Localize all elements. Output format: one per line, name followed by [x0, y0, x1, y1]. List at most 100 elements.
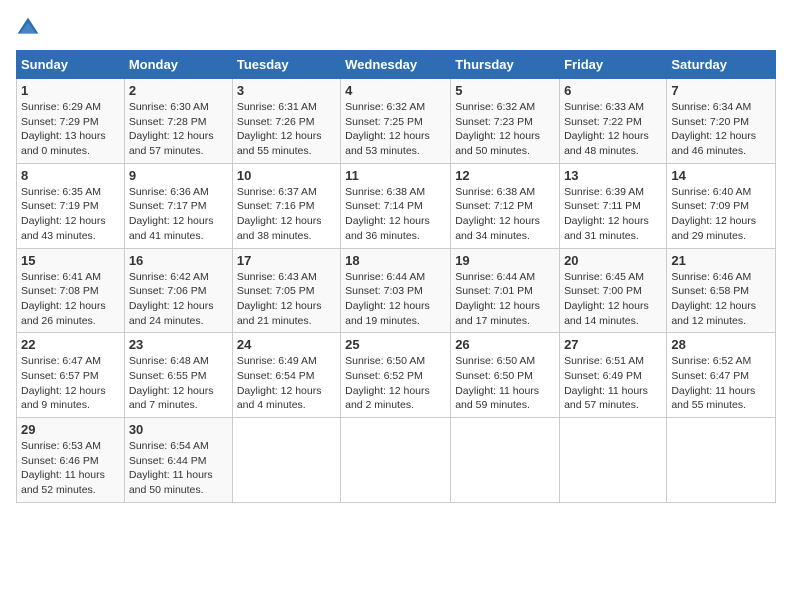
day-info: Sunrise: 6:48 AM Sunset: 6:55 PM Dayligh… — [129, 354, 228, 413]
day-info: Sunrise: 6:53 AM Sunset: 6:46 PM Dayligh… — [21, 439, 120, 498]
day-number: 27 — [564, 337, 662, 352]
calendar-cell: 17 Sunrise: 6:43 AM Sunset: 7:05 PM Dayli… — [232, 248, 340, 333]
calendar-cell: 18 Sunrise: 6:44 AM Sunset: 7:03 PM Dayli… — [341, 248, 451, 333]
calendar-cell: 23 Sunrise: 6:48 AM Sunset: 6:55 PM Dayli… — [124, 333, 232, 418]
day-number: 25 — [345, 337, 446, 352]
day-info: Sunrise: 6:40 AM Sunset: 7:09 PM Dayligh… — [671, 185, 771, 244]
day-number: 28 — [671, 337, 771, 352]
calendar-table: SundayMondayTuesdayWednesdayThursdayFrid… — [16, 50, 776, 503]
col-header-thursday: Thursday — [451, 51, 560, 79]
day-number: 16 — [129, 253, 228, 268]
day-number: 20 — [564, 253, 662, 268]
day-info: Sunrise: 6:32 AM Sunset: 7:23 PM Dayligh… — [455, 100, 555, 159]
day-info: Sunrise: 6:31 AM Sunset: 7:26 PM Dayligh… — [237, 100, 336, 159]
day-info: Sunrise: 6:30 AM Sunset: 7:28 PM Dayligh… — [129, 100, 228, 159]
day-info: Sunrise: 6:42 AM Sunset: 7:06 PM Dayligh… — [129, 270, 228, 329]
calendar-week-1: 1Sunrise: 6:29 AM Sunset: 7:29 PM Daylig… — [17, 79, 776, 164]
day-info: Sunrise: 6:50 AM Sunset: 6:50 PM Dayligh… — [455, 354, 555, 413]
day-number: 3 — [237, 83, 336, 98]
day-number: 7 — [671, 83, 771, 98]
day-number: 14 — [671, 168, 771, 183]
calendar-week-4: 22 Sunrise: 6:47 AM Sunset: 6:57 PM Dayli… — [17, 333, 776, 418]
day-number: 13 — [564, 168, 662, 183]
day-info: Sunrise: 6:41 AM Sunset: 7:08 PM Dayligh… — [21, 270, 120, 329]
day-info: Sunrise: 6:38 AM Sunset: 7:12 PM Dayligh… — [455, 185, 555, 244]
col-header-wednesday: Wednesday — [341, 51, 451, 79]
calendar-cell: 14 Sunrise: 6:40 AM Sunset: 7:09 PM Dayli… — [667, 163, 776, 248]
day-number: 21 — [671, 253, 771, 268]
calendar-cell: 13 Sunrise: 6:39 AM Sunset: 7:11 PM Dayli… — [560, 163, 667, 248]
calendar-cell — [451, 418, 560, 503]
calendar-cell: 2 Sunrise: 6:30 AM Sunset: 7:28 PM Daylig… — [124, 79, 232, 164]
calendar-cell: 27 Sunrise: 6:51 AM Sunset: 6:49 PM Dayli… — [560, 333, 667, 418]
day-number: 29 — [21, 422, 120, 437]
calendar-cell: 8Sunrise: 6:35 AM Sunset: 7:19 PM Daylig… — [17, 163, 125, 248]
day-number: 22 — [21, 337, 120, 352]
day-number: 15 — [21, 253, 120, 268]
calendar-cell: 29 Sunrise: 6:53 AM Sunset: 6:46 PM Dayli… — [17, 418, 125, 503]
day-info: Sunrise: 6:47 AM Sunset: 6:57 PM Dayligh… — [21, 354, 120, 413]
calendar-cell: 26 Sunrise: 6:50 AM Sunset: 6:50 PM Dayli… — [451, 333, 560, 418]
calendar-cell: 1Sunrise: 6:29 AM Sunset: 7:29 PM Daylig… — [17, 79, 125, 164]
logo — [16, 16, 44, 40]
day-number: 17 — [237, 253, 336, 268]
calendar-week-3: 15 Sunrise: 6:41 AM Sunset: 7:08 PM Dayli… — [17, 248, 776, 333]
calendar-cell: 11 Sunrise: 6:38 AM Sunset: 7:14 PM Dayli… — [341, 163, 451, 248]
day-number: 4 — [345, 83, 446, 98]
calendar-cell: 3 Sunrise: 6:31 AM Sunset: 7:26 PM Daylig… — [232, 79, 340, 164]
day-number: 26 — [455, 337, 555, 352]
calendar-cell — [560, 418, 667, 503]
calendar-week-2: 8Sunrise: 6:35 AM Sunset: 7:19 PM Daylig… — [17, 163, 776, 248]
day-info: Sunrise: 6:39 AM Sunset: 7:11 PM Dayligh… — [564, 185, 662, 244]
day-number: 18 — [345, 253, 446, 268]
calendar-cell: 25 Sunrise: 6:50 AM Sunset: 6:52 PM Dayli… — [341, 333, 451, 418]
day-number: 24 — [237, 337, 336, 352]
col-header-tuesday: Tuesday — [232, 51, 340, 79]
calendar-cell: 5 Sunrise: 6:32 AM Sunset: 7:23 PM Daylig… — [451, 79, 560, 164]
day-number: 23 — [129, 337, 228, 352]
col-header-friday: Friday — [560, 51, 667, 79]
day-number: 10 — [237, 168, 336, 183]
day-number: 2 — [129, 83, 228, 98]
day-info: Sunrise: 6:33 AM Sunset: 7:22 PM Dayligh… — [564, 100, 662, 159]
calendar-cell: 20 Sunrise: 6:45 AM Sunset: 7:00 PM Dayli… — [560, 248, 667, 333]
day-info: Sunrise: 6:46 AM Sunset: 6:58 PM Dayligh… — [671, 270, 771, 329]
day-info: Sunrise: 6:38 AM Sunset: 7:14 PM Dayligh… — [345, 185, 446, 244]
calendar-cell: 6 Sunrise: 6:33 AM Sunset: 7:22 PM Daylig… — [560, 79, 667, 164]
day-number: 12 — [455, 168, 555, 183]
calendar-cell: 22 Sunrise: 6:47 AM Sunset: 6:57 PM Dayli… — [17, 333, 125, 418]
day-info: Sunrise: 6:44 AM Sunset: 7:01 PM Dayligh… — [455, 270, 555, 329]
day-info: Sunrise: 6:50 AM Sunset: 6:52 PM Dayligh… — [345, 354, 446, 413]
col-header-monday: Monday — [124, 51, 232, 79]
day-number: 5 — [455, 83, 555, 98]
day-info: Sunrise: 6:45 AM Sunset: 7:00 PM Dayligh… — [564, 270, 662, 329]
calendar-cell: 28Sunrise: 6:52 AM Sunset: 6:47 PM Dayli… — [667, 333, 776, 418]
day-info: Sunrise: 6:36 AM Sunset: 7:17 PM Dayligh… — [129, 185, 228, 244]
day-info: Sunrise: 6:32 AM Sunset: 7:25 PM Dayligh… — [345, 100, 446, 159]
calendar-cell: 24 Sunrise: 6:49 AM Sunset: 6:54 PM Dayli… — [232, 333, 340, 418]
calendar-cell: 4 Sunrise: 6:32 AM Sunset: 7:25 PM Daylig… — [341, 79, 451, 164]
day-info: Sunrise: 6:44 AM Sunset: 7:03 PM Dayligh… — [345, 270, 446, 329]
calendar-cell: 30 Sunrise: 6:54 AM Sunset: 6:44 PM Dayli… — [124, 418, 232, 503]
calendar-cell: 10 Sunrise: 6:37 AM Sunset: 7:16 PM Dayli… — [232, 163, 340, 248]
calendar-cell: 16 Sunrise: 6:42 AM Sunset: 7:06 PM Dayli… — [124, 248, 232, 333]
calendar-cell: 21 Sunrise: 6:46 AM Sunset: 6:58 PM Dayli… — [667, 248, 776, 333]
calendar-cell: 15 Sunrise: 6:41 AM Sunset: 7:08 PM Dayli… — [17, 248, 125, 333]
day-info: Sunrise: 6:49 AM Sunset: 6:54 PM Dayligh… — [237, 354, 336, 413]
calendar-cell: 19Sunrise: 6:44 AM Sunset: 7:01 PM Dayli… — [451, 248, 560, 333]
day-number: 30 — [129, 422, 228, 437]
day-number: 9 — [129, 168, 228, 183]
day-info: Sunrise: 6:37 AM Sunset: 7:16 PM Dayligh… — [237, 185, 336, 244]
day-number: 11 — [345, 168, 446, 183]
calendar-week-5: 29 Sunrise: 6:53 AM Sunset: 6:46 PM Dayli… — [17, 418, 776, 503]
calendar-cell — [341, 418, 451, 503]
day-number: 6 — [564, 83, 662, 98]
calendar-cell: 7Sunrise: 6:34 AM Sunset: 7:20 PM Daylig… — [667, 79, 776, 164]
col-header-sunday: Sunday — [17, 51, 125, 79]
day-info: Sunrise: 6:43 AM Sunset: 7:05 PM Dayligh… — [237, 270, 336, 329]
day-info: Sunrise: 6:51 AM Sunset: 6:49 PM Dayligh… — [564, 354, 662, 413]
day-number: 1 — [21, 83, 120, 98]
calendar-cell — [667, 418, 776, 503]
day-info: Sunrise: 6:54 AM Sunset: 6:44 PM Dayligh… — [129, 439, 228, 498]
calendar-cell: 12 Sunrise: 6:38 AM Sunset: 7:12 PM Dayli… — [451, 163, 560, 248]
